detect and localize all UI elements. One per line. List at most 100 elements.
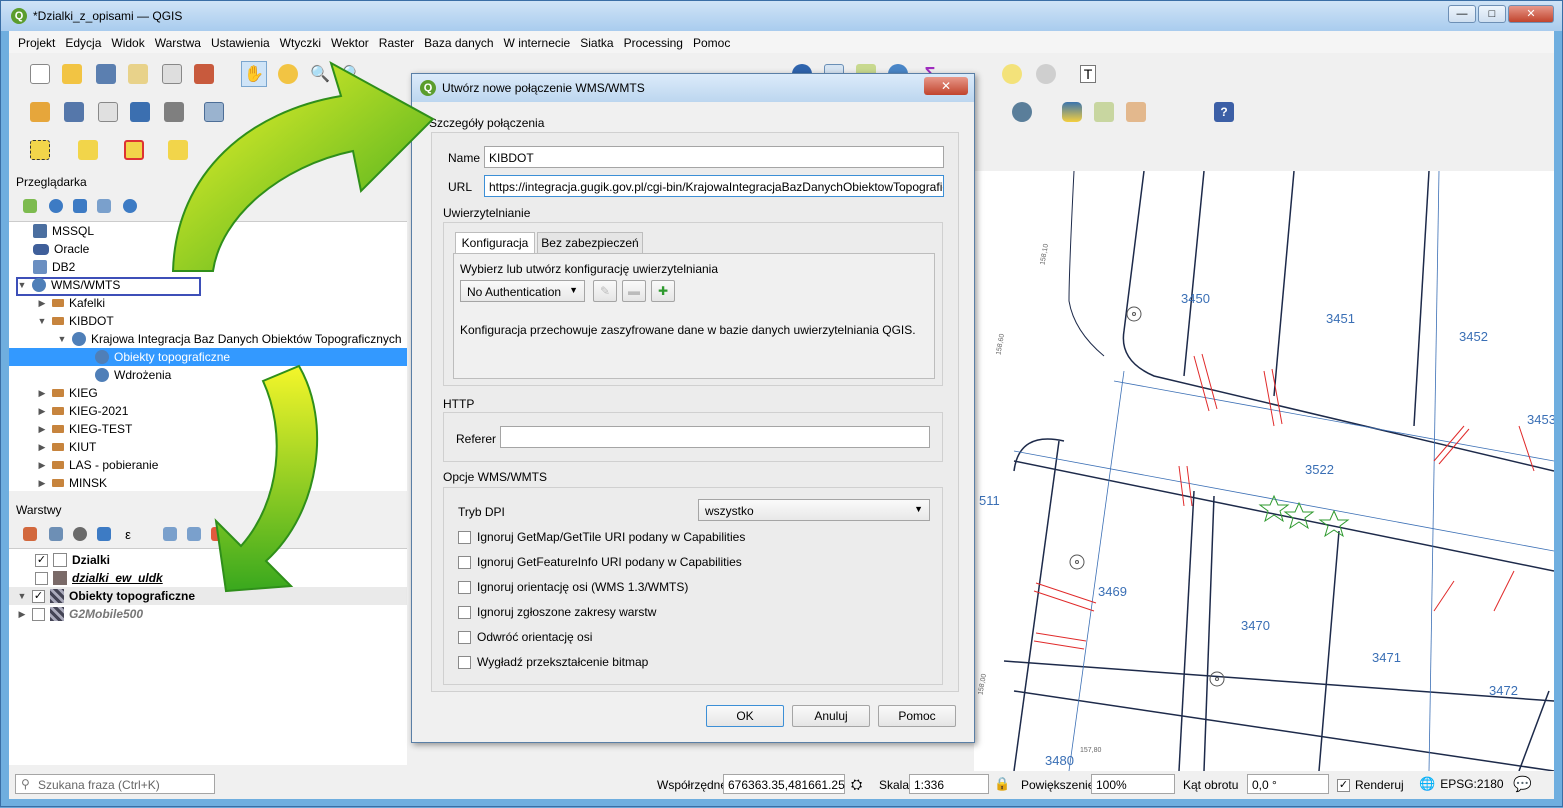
dialog-close-button[interactable]: ✕ [924, 77, 968, 95]
menu-pomoc[interactable]: Pomoc [688, 31, 735, 53]
referer-input[interactable] [500, 426, 930, 448]
collapsed-arrow-icon[interactable]: ▶ [37, 478, 47, 489]
zoom-in-icon[interactable]: 🔍 [307, 61, 333, 87]
cancel-button[interactable]: Anuluj [792, 705, 870, 727]
locator-search[interactable]: ⚲ Szukana fraza (Ctrl+K) [15, 774, 215, 794]
maximize-button[interactable]: □ [1478, 5, 1506, 23]
layer-checkbox[interactable] [32, 607, 45, 621]
menu-ustawienia[interactable]: Ustawienia [206, 31, 275, 53]
annotation-icon[interactable] [999, 61, 1025, 87]
collapsed-arrow-icon[interactable]: ▶ [37, 406, 47, 417]
dpi-select[interactable]: wszystko ▼ [698, 499, 930, 521]
select-features-icon[interactable] [27, 137, 53, 163]
layer-row-dzialki[interactable]: ✓ Dzialki [35, 551, 110, 569]
collapse-all-icon[interactable] [91, 193, 117, 219]
coords-toggle-icon[interactable]: ⛭ [851, 776, 862, 793]
menu-processing[interactable]: Processing [619, 31, 688, 53]
menu-siatka[interactable]: Siatka [575, 31, 618, 53]
messages-icon[interactable]: 💬 [1513, 775, 1532, 793]
coords-field[interactable]: 676363.35,481661.25 [723, 774, 845, 794]
expand-all-icon[interactable] [157, 521, 183, 547]
url-input[interactable]: https://integracja.gugik.gov.pl/cgi-bin/… [484, 175, 944, 197]
expanded-arrow-icon[interactable]: ▼ [17, 591, 27, 601]
collapsed-arrow-icon[interactable]: ▶ [37, 388, 47, 399]
digitize-icon[interactable] [127, 99, 153, 125]
layer-filter-icon[interactable] [91, 521, 117, 547]
add-mesh-icon[interactable] [161, 99, 187, 125]
remove-layer-icon[interactable] [205, 521, 231, 547]
browser-item-minsk[interactable]: ▶ MINSK [37, 474, 107, 492]
properties-icon[interactable] [117, 193, 143, 219]
collapsed-arrow-icon[interactable]: ▶ [37, 298, 47, 309]
browser-item-krajowa[interactable]: ▼ Krajowa Integracja Baz Danych Obiektów … [57, 330, 402, 348]
collapsed-arrow-icon[interactable]: ▶ [37, 442, 47, 453]
select-by-value-icon[interactable] [75, 137, 101, 163]
crs-button[interactable]: 🌐 EPSG:2180 [1419, 776, 1504, 792]
auth-config-select[interactable]: No Authentication ▼ [460, 280, 585, 302]
lock-scale-icon[interactable]: 🔒 [994, 776, 1010, 792]
collapse-layers-icon[interactable] [181, 521, 207, 547]
browser-item-wms[interactable]: ▼ WMS/WMTS [17, 276, 120, 294]
option-checkbox[interactable] [458, 555, 471, 569]
browser-item-kieg-2021[interactable]: ▶ KIEG-2021 [37, 402, 129, 420]
render-checkbox[interactable]: ✓ [1337, 778, 1350, 792]
style-manager-icon[interactable] [191, 61, 217, 87]
print-layout-icon[interactable] [159, 61, 185, 87]
collapsed-arrow-icon[interactable]: ▶ [37, 460, 47, 471]
help-button[interactable]: Pomoc [878, 705, 956, 727]
refresh-icon[interactable] [43, 193, 69, 219]
browser-item-kafelki[interactable]: ▶ Kafelki [37, 294, 106, 312]
map-tools-icon[interactable] [1091, 99, 1117, 125]
add-auth-button[interactable]: ✚ [651, 280, 675, 302]
browser-item-kibdot[interactable]: ▼ KIBDOT [37, 312, 114, 330]
browser-item-mssql[interactable]: MSSQL [33, 222, 94, 240]
expanded-arrow-icon[interactable]: ▼ [37, 316, 47, 326]
measure-icon[interactable] [1033, 61, 1059, 87]
option-checkbox[interactable] [458, 580, 471, 594]
tab-configuration[interactable]: Konfiguracja [455, 232, 535, 254]
deselect-icon[interactable] [121, 137, 147, 163]
browser-item-kieg-test[interactable]: ▶ KIEG-TEST [37, 420, 133, 438]
save-as-icon[interactable] [125, 61, 151, 87]
zoom-out-icon[interactable]: 🔍 [339, 61, 365, 87]
browser-item-kieg[interactable]: ▶ KIEG [37, 384, 98, 402]
render-toggle[interactable]: ✓ Renderuj [1337, 778, 1404, 792]
zoom-field[interactable]: 100% [1091, 774, 1175, 794]
option-ignore-axis[interactable]: Ignoruj orientację osi (WMS 1.3/WMTS) [458, 580, 688, 594]
menu-widok[interactable]: Widok [106, 31, 149, 53]
help-icon[interactable]: ? [1211, 99, 1237, 125]
text-annotation-icon[interactable]: T [1075, 61, 1101, 87]
add-delimited-text-icon[interactable] [95, 99, 121, 125]
collapsed-arrow-icon[interactable]: ▶ [37, 424, 47, 435]
pan-hand-icon[interactable]: ✋ [241, 61, 267, 87]
menu-raster[interactable]: Raster [374, 31, 419, 53]
option-checkbox[interactable] [458, 530, 471, 544]
rotation-field[interactable]: 0,0 ° [1247, 774, 1329, 794]
layer-checkbox[interactable]: ✓ [32, 589, 45, 603]
menu-wtyczki[interactable]: Wtyczki [275, 31, 326, 53]
option-ignore-getmap[interactable]: Ignoruj GetMap/GetTile URI podany w Capa… [458, 530, 745, 544]
layer-checkbox[interactable]: ✓ [35, 553, 48, 567]
option-ignore-extents[interactable]: Ignoruj zgłoszone zakresy warstw [458, 605, 656, 619]
ok-button[interactable]: OK [706, 705, 784, 727]
browser-item-obiekty[interactable]: Obiekty topograficzne [95, 348, 230, 366]
add-group-icon[interactable] [43, 521, 69, 547]
browser-item-oracle[interactable]: Oracle [33, 240, 89, 258]
menu-wektor[interactable]: Wektor [326, 31, 374, 53]
expression-filter-icon[interactable]: ε [115, 521, 141, 547]
collapsed-arrow-icon[interactable]: ▶ [17, 609, 27, 620]
remove-auth-button[interactable]: ▬ [622, 280, 646, 302]
minimize-button[interactable]: — [1448, 5, 1476, 23]
expanded-arrow-icon[interactable]: ▼ [17, 280, 27, 290]
layer-row-g2mobile[interactable]: ▶ G2Mobile500 [17, 605, 143, 623]
plugin-icon[interactable] [1009, 99, 1035, 125]
tab-basic[interactable]: Bez zabezpieczeń [537, 232, 643, 254]
browser-item-db2[interactable]: DB2 [33, 258, 75, 276]
edit-auth-button[interactable]: ✎ [593, 280, 617, 302]
name-input[interactable]: KIBDOT [484, 146, 944, 168]
georeferencer-icon[interactable] [1123, 99, 1149, 125]
add-wms-icon[interactable] [201, 99, 227, 125]
option-checkbox[interactable] [458, 655, 471, 669]
menu-projekt[interactable]: Projekt [13, 31, 60, 53]
python-console-icon[interactable] [1059, 99, 1085, 125]
